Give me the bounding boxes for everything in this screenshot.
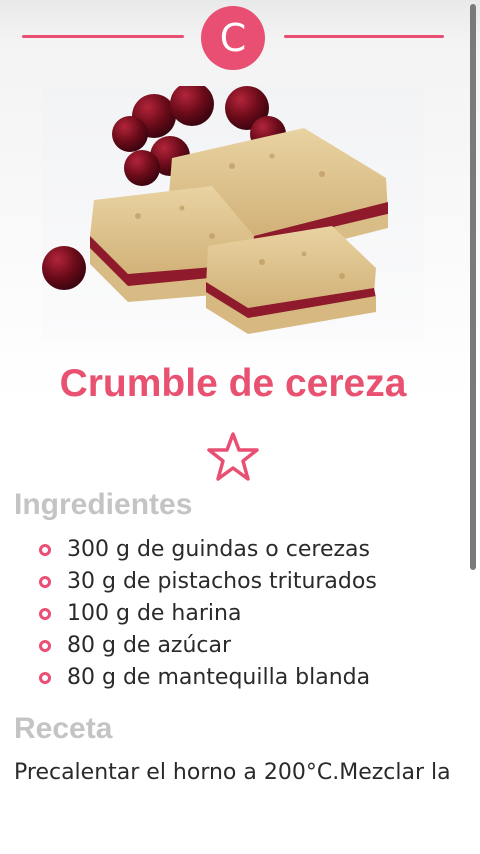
recipe-instructions: Precalentar el horno a 200°C.Mezclar la xyxy=(14,760,451,785)
recipe-photo xyxy=(42,86,424,340)
letter-badge: C xyxy=(201,6,265,70)
bullet-icon xyxy=(39,640,51,652)
recipe-heading: Receta xyxy=(14,712,113,745)
ingredient-text: 30 g de pistachos triturados xyxy=(67,569,377,594)
ingredients-heading: Ingredientes xyxy=(14,488,193,521)
bullet-icon xyxy=(39,672,51,684)
ingredient-text: 100 g de harina xyxy=(67,601,242,626)
header: C xyxy=(0,0,480,80)
bullet-icon xyxy=(39,576,51,588)
scrollbar[interactable] xyxy=(470,4,476,570)
header-divider-right xyxy=(284,35,444,38)
header-divider-left xyxy=(22,35,184,38)
recipe-title: Crumble de cereza xyxy=(59,362,407,405)
ingredient-text: 300 g de guindas o cerezas xyxy=(67,537,370,562)
ingredient-text: 80 g de mantequilla blanda xyxy=(67,665,371,690)
favorite-star-icon[interactable] xyxy=(206,432,260,482)
bullet-icon xyxy=(39,544,51,556)
bullet-icon xyxy=(39,608,51,620)
ingredient-text: 80 g de azúcar xyxy=(67,633,232,658)
recipe-photo-illustration xyxy=(42,86,424,340)
